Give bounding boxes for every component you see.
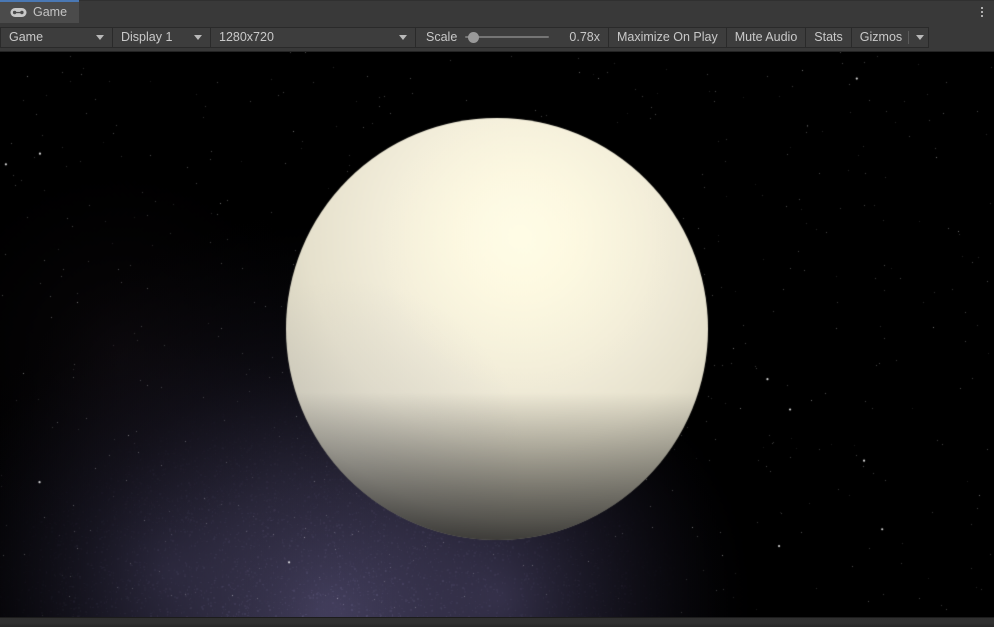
game-view-toolbar: Game Display 1 1280x720 Scale 0.78x Maxi… <box>0 23 994 52</box>
stats-button[interactable]: Stats <box>806 26 852 48</box>
gizmos-separator <box>908 30 910 44</box>
scale-control[interactable]: Scale 0.78x <box>416 26 609 48</box>
tab-game[interactable]: Game <box>0 0 80 23</box>
game-view-render-area[interactable] <box>0 52 994 617</box>
scale-slider-handle[interactable] <box>468 31 480 43</box>
display-value: Display 1 <box>121 30 173 44</box>
gizmos-button[interactable]: Gizmos <box>851 26 930 48</box>
resolution-value: 1280x720 <box>219 30 274 44</box>
view-mode-value: Game <box>9 30 44 44</box>
maximize-on-play-button[interactable]: Maximize On Play <box>609 26 727 48</box>
view-mode-dropdown[interactable]: Game <box>0 26 113 48</box>
display-dropdown[interactable]: Display 1 <box>113 26 211 48</box>
mute-audio-label: Mute Audio <box>734 30 798 44</box>
tab-bar: Game <box>0 0 994 23</box>
mute-audio-button[interactable]: Mute Audio <box>726 26 807 48</box>
chevron-down-icon[interactable] <box>916 34 925 40</box>
chevron-down-icon <box>399 34 407 40</box>
gamepad-icon <box>10 7 27 18</box>
gizmos-label: Gizmos <box>859 30 903 44</box>
chevron-down-icon <box>194 34 202 40</box>
kebab-dot <box>981 11 983 13</box>
kebab-dot <box>981 15 983 17</box>
maximize-on-play-label: Maximize On Play <box>617 30 718 44</box>
scale-label: Scale <box>426 30 458 44</box>
kebab-dot <box>981 7 983 9</box>
kebab-menu-icon[interactable] <box>970 0 994 23</box>
tab-bar-empty-area <box>79 0 970 23</box>
stats-label: Stats <box>814 30 843 44</box>
resolution-dropdown[interactable]: 1280x720 <box>211 26 416 48</box>
scale-slider[interactable] <box>465 30 550 44</box>
rendered-scene <box>0 52 994 617</box>
chevron-down-icon <box>96 34 104 40</box>
window-footer-bar <box>0 617 994 627</box>
tab-game-label: Game <box>33 5 68 20</box>
unity-game-window: Game Game Display 1 1280x720 Scale 0.78x… <box>0 0 994 627</box>
scale-value: 0.78x <box>569 30 600 44</box>
